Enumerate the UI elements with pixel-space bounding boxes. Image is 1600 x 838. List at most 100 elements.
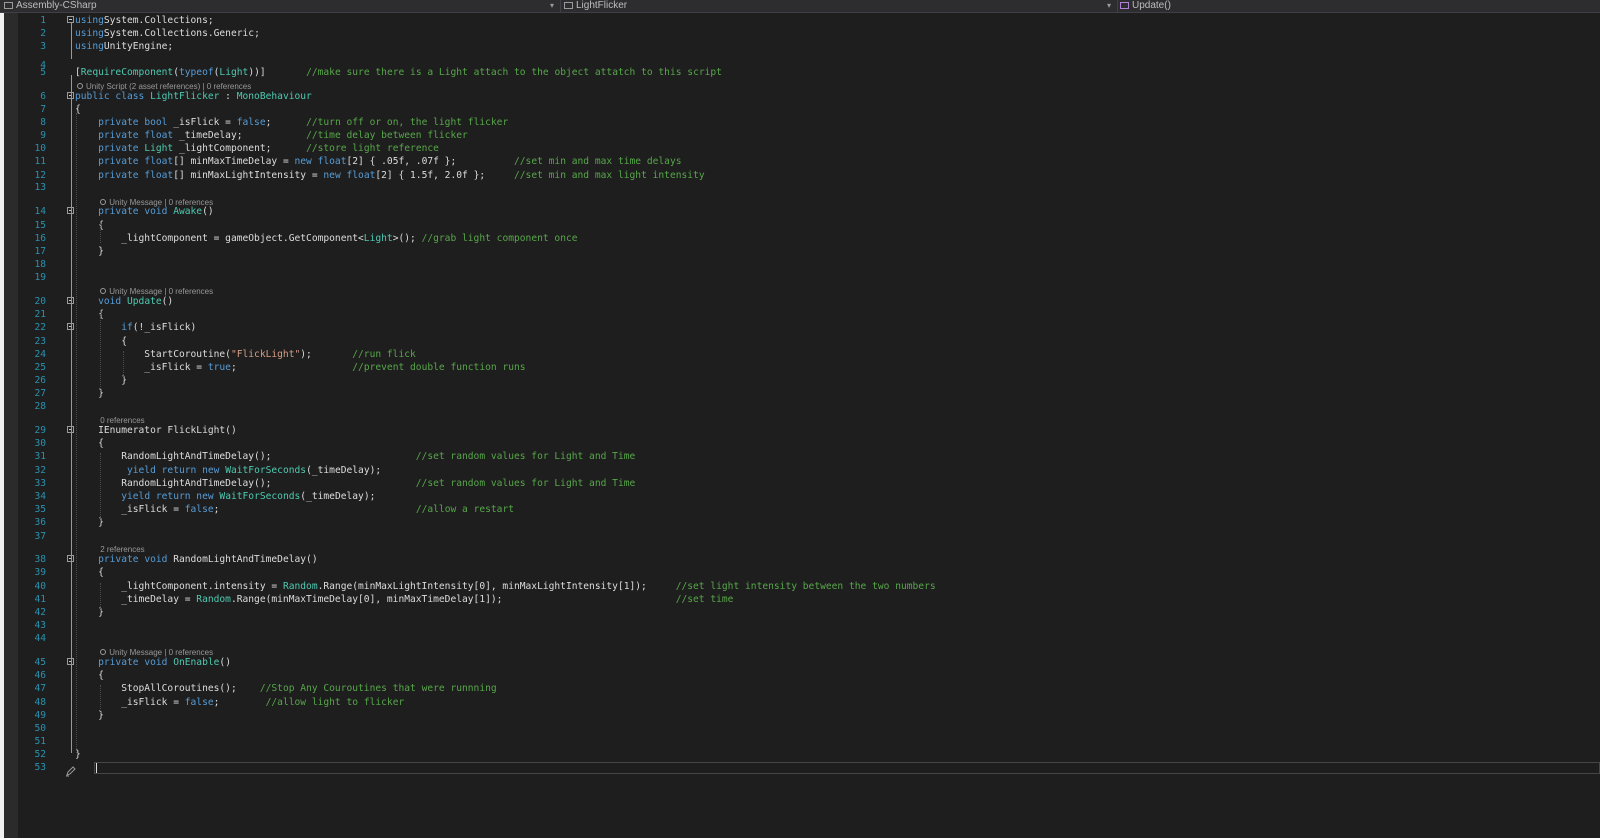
code-line[interactable]: 21 { (18, 308, 1600, 321)
code-line[interactable]: 44 (18, 632, 1600, 645)
code-token: StartCoroutine( (75, 349, 231, 360)
codelens-hint[interactable]: Unity Message | 0 references (100, 647, 213, 658)
chevron-down-icon[interactable]: ▾ (550, 0, 554, 11)
code-line[interactable]: 29 IEnumerator FlickLight() (18, 424, 1600, 437)
code-token: } (75, 246, 104, 257)
codelens-hint[interactable]: Unity Message | 0 references (100, 286, 213, 297)
code-line[interactable]: 28 (18, 400, 1600, 413)
code-line[interactable]: 32 yield return new WaitForSeconds(_time… (18, 464, 1600, 477)
code-token: ; (213, 504, 416, 515)
codelens-hint[interactable]: 0 references (100, 415, 144, 426)
code-line[interactable]: 19 (18, 271, 1600, 284)
code-token: WaitForSeconds (219, 491, 301, 502)
code-line[interactable]: 23 { (18, 335, 1600, 348)
code-line[interactable]: 5 [RequireComponent(typeof(Light))] //mak… (18, 66, 1600, 79)
codelens-hint[interactable]: 2 references (100, 544, 144, 555)
code-line[interactable]: 27 } (18, 387, 1600, 400)
line-number: 39 (34, 567, 46, 578)
code-line[interactable]: 36 } (18, 516, 1600, 529)
code-line[interactable]: 52} (18, 748, 1600, 761)
code-token: ))] (248, 67, 307, 78)
code-line[interactable]: 1 usingSystem.Collections; (18, 14, 1600, 27)
code-line[interactable]: 20 void Update() (18, 295, 1600, 308)
code-text: usingSystem.Collections; (75, 14, 214, 27)
code-line[interactable]: 43 (18, 619, 1600, 632)
code-line[interactable]: 48 _isFlick = false; //allow light to fl… (18, 696, 1600, 709)
code-line[interactable]: 37 (18, 530, 1600, 543)
line-number: 5 (40, 67, 46, 78)
code-line[interactable]: 7{ (18, 103, 1600, 116)
codelens-hint[interactable]: Unity Message | 0 references (100, 197, 213, 208)
code-line[interactable]: 46 { (18, 669, 1600, 682)
code-line[interactable]: 14 private void Awake() (18, 205, 1600, 218)
code-text: yield return new WaitForSeconds(_timeDel… (75, 490, 375, 503)
line-number: 11 (34, 156, 46, 167)
code-line[interactable]: 2 usingSystem.Collections.Generic; (18, 27, 1600, 40)
code-editor[interactable]: 1 usingSystem.Collections; 2 usingSystem.Co… (18, 13, 1600, 838)
indent-guide (76, 113, 77, 753)
code-line[interactable]: 11 private float[] minMaxTimeDelay = new… (18, 155, 1600, 168)
code-token: public class (75, 91, 151, 102)
code-token: private float (98, 170, 174, 181)
line-number: 50 (34, 723, 46, 734)
code-line[interactable]: 6 public class LightFlicker : MonoBehavio… (18, 90, 1600, 103)
code-line[interactable]: 16 _lightComponent = gameObject.GetCompo… (18, 232, 1600, 245)
line-number: 2 (40, 28, 46, 39)
code-line[interactable]: 49 } (18, 709, 1600, 722)
pencil-icon[interactable] (65, 762, 77, 777)
code-text: private bool _isFlick = false; //turn of… (75, 116, 508, 129)
code-line[interactable]: 26 } (18, 374, 1600, 387)
code-token: ); (300, 349, 353, 360)
codelens-hint[interactable]: Unity Script (2 asset references) | 0 re… (77, 81, 251, 92)
code-token: private bool (98, 117, 168, 128)
chevron-down-icon[interactable]: ▾ (1107, 0, 1111, 11)
line-number: 24 (34, 349, 46, 360)
code-line[interactable]: 34 yield return new WaitForSeconds(_time… (18, 490, 1600, 503)
line-number: 42 (34, 607, 46, 618)
scroll-edge (0, 13, 4, 838)
project-dropdown[interactable]: Assembly-CSharp ▾ (4, 0, 556, 12)
code-text: RandomLightAndTimeDelay(); //set random … (75, 450, 635, 463)
line-number: 49 (34, 710, 46, 721)
code-line[interactable]: 35 _isFlick = false; //allow a restart (18, 503, 1600, 516)
code-line[interactable]: 50 (18, 722, 1600, 735)
code-token: _lightComponent; (173, 143, 307, 154)
code-line[interactable]: 8 private bool _isFlick = false; //turn … (18, 116, 1600, 129)
code-line[interactable]: 15 { (18, 219, 1600, 232)
code-line[interactable]: 38 private void RandomLightAndTimeDelay(… (18, 553, 1600, 566)
code-token: ; (230, 362, 353, 373)
code-line[interactable]: 41 _timeDelay = Random.Range(minMaxTimeD… (18, 593, 1600, 606)
collapse-icon[interactable] (67, 16, 74, 23)
code-line[interactable]: 10 private Light _lightComponent; //stor… (18, 142, 1600, 155)
code-token: true (207, 362, 231, 373)
code-line[interactable]: 47 StopAllCoroutines(); //Stop Any Couro… (18, 682, 1600, 695)
member-dropdown[interactable]: Update() (1120, 0, 1590, 12)
code-line[interactable]: 18 (18, 258, 1600, 271)
line-number: 22 (34, 322, 46, 333)
code-line[interactable]: 33 RandomLightAndTimeDelay(); //set rand… (18, 477, 1600, 490)
code-line[interactable]: 3 usingUnityEngine; (18, 40, 1600, 53)
code-text: _isFlick = false; //allow light to flick… (75, 696, 404, 709)
line-number: 23 (34, 336, 46, 347)
line-number: 26 (34, 375, 46, 386)
code-token: StopAllCoroutines(); (75, 683, 260, 694)
code-line[interactable]: 24 StartCoroutine("FlickLight"); //run f… (18, 348, 1600, 361)
code-line[interactable]: 17 } (18, 245, 1600, 258)
code-line[interactable]: 13 (18, 181, 1600, 194)
code-line[interactable]: 45 private void OnEnable() (18, 656, 1600, 669)
code-line[interactable]: 30 { (18, 437, 1600, 450)
line-number: 28 (34, 401, 46, 412)
code-line[interactable]: 9 private float _timeDelay; //time delay… (18, 129, 1600, 142)
code-line[interactable]: 51 (18, 735, 1600, 748)
code-line[interactable]: 31 RandomLightAndTimeDelay(); //set rand… (18, 450, 1600, 463)
code-line[interactable]: 42 } (18, 606, 1600, 619)
code-line[interactable]: 22 if(!_isFlick) (18, 321, 1600, 334)
code-line[interactable]: 40 _lightComponent.intensity = Random.Ra… (18, 580, 1600, 593)
code-text: private float[] minMaxTimeDelay = new fl… (75, 155, 681, 168)
code-line[interactable]: 25 _isFlick = true; //prevent double fun… (18, 361, 1600, 374)
code-text: private float _timeDelay; //time delay b… (75, 129, 468, 142)
class-dropdown[interactable]: LightFlicker ▾ (564, 0, 1114, 12)
code-line[interactable]: 39 { (18, 566, 1600, 579)
